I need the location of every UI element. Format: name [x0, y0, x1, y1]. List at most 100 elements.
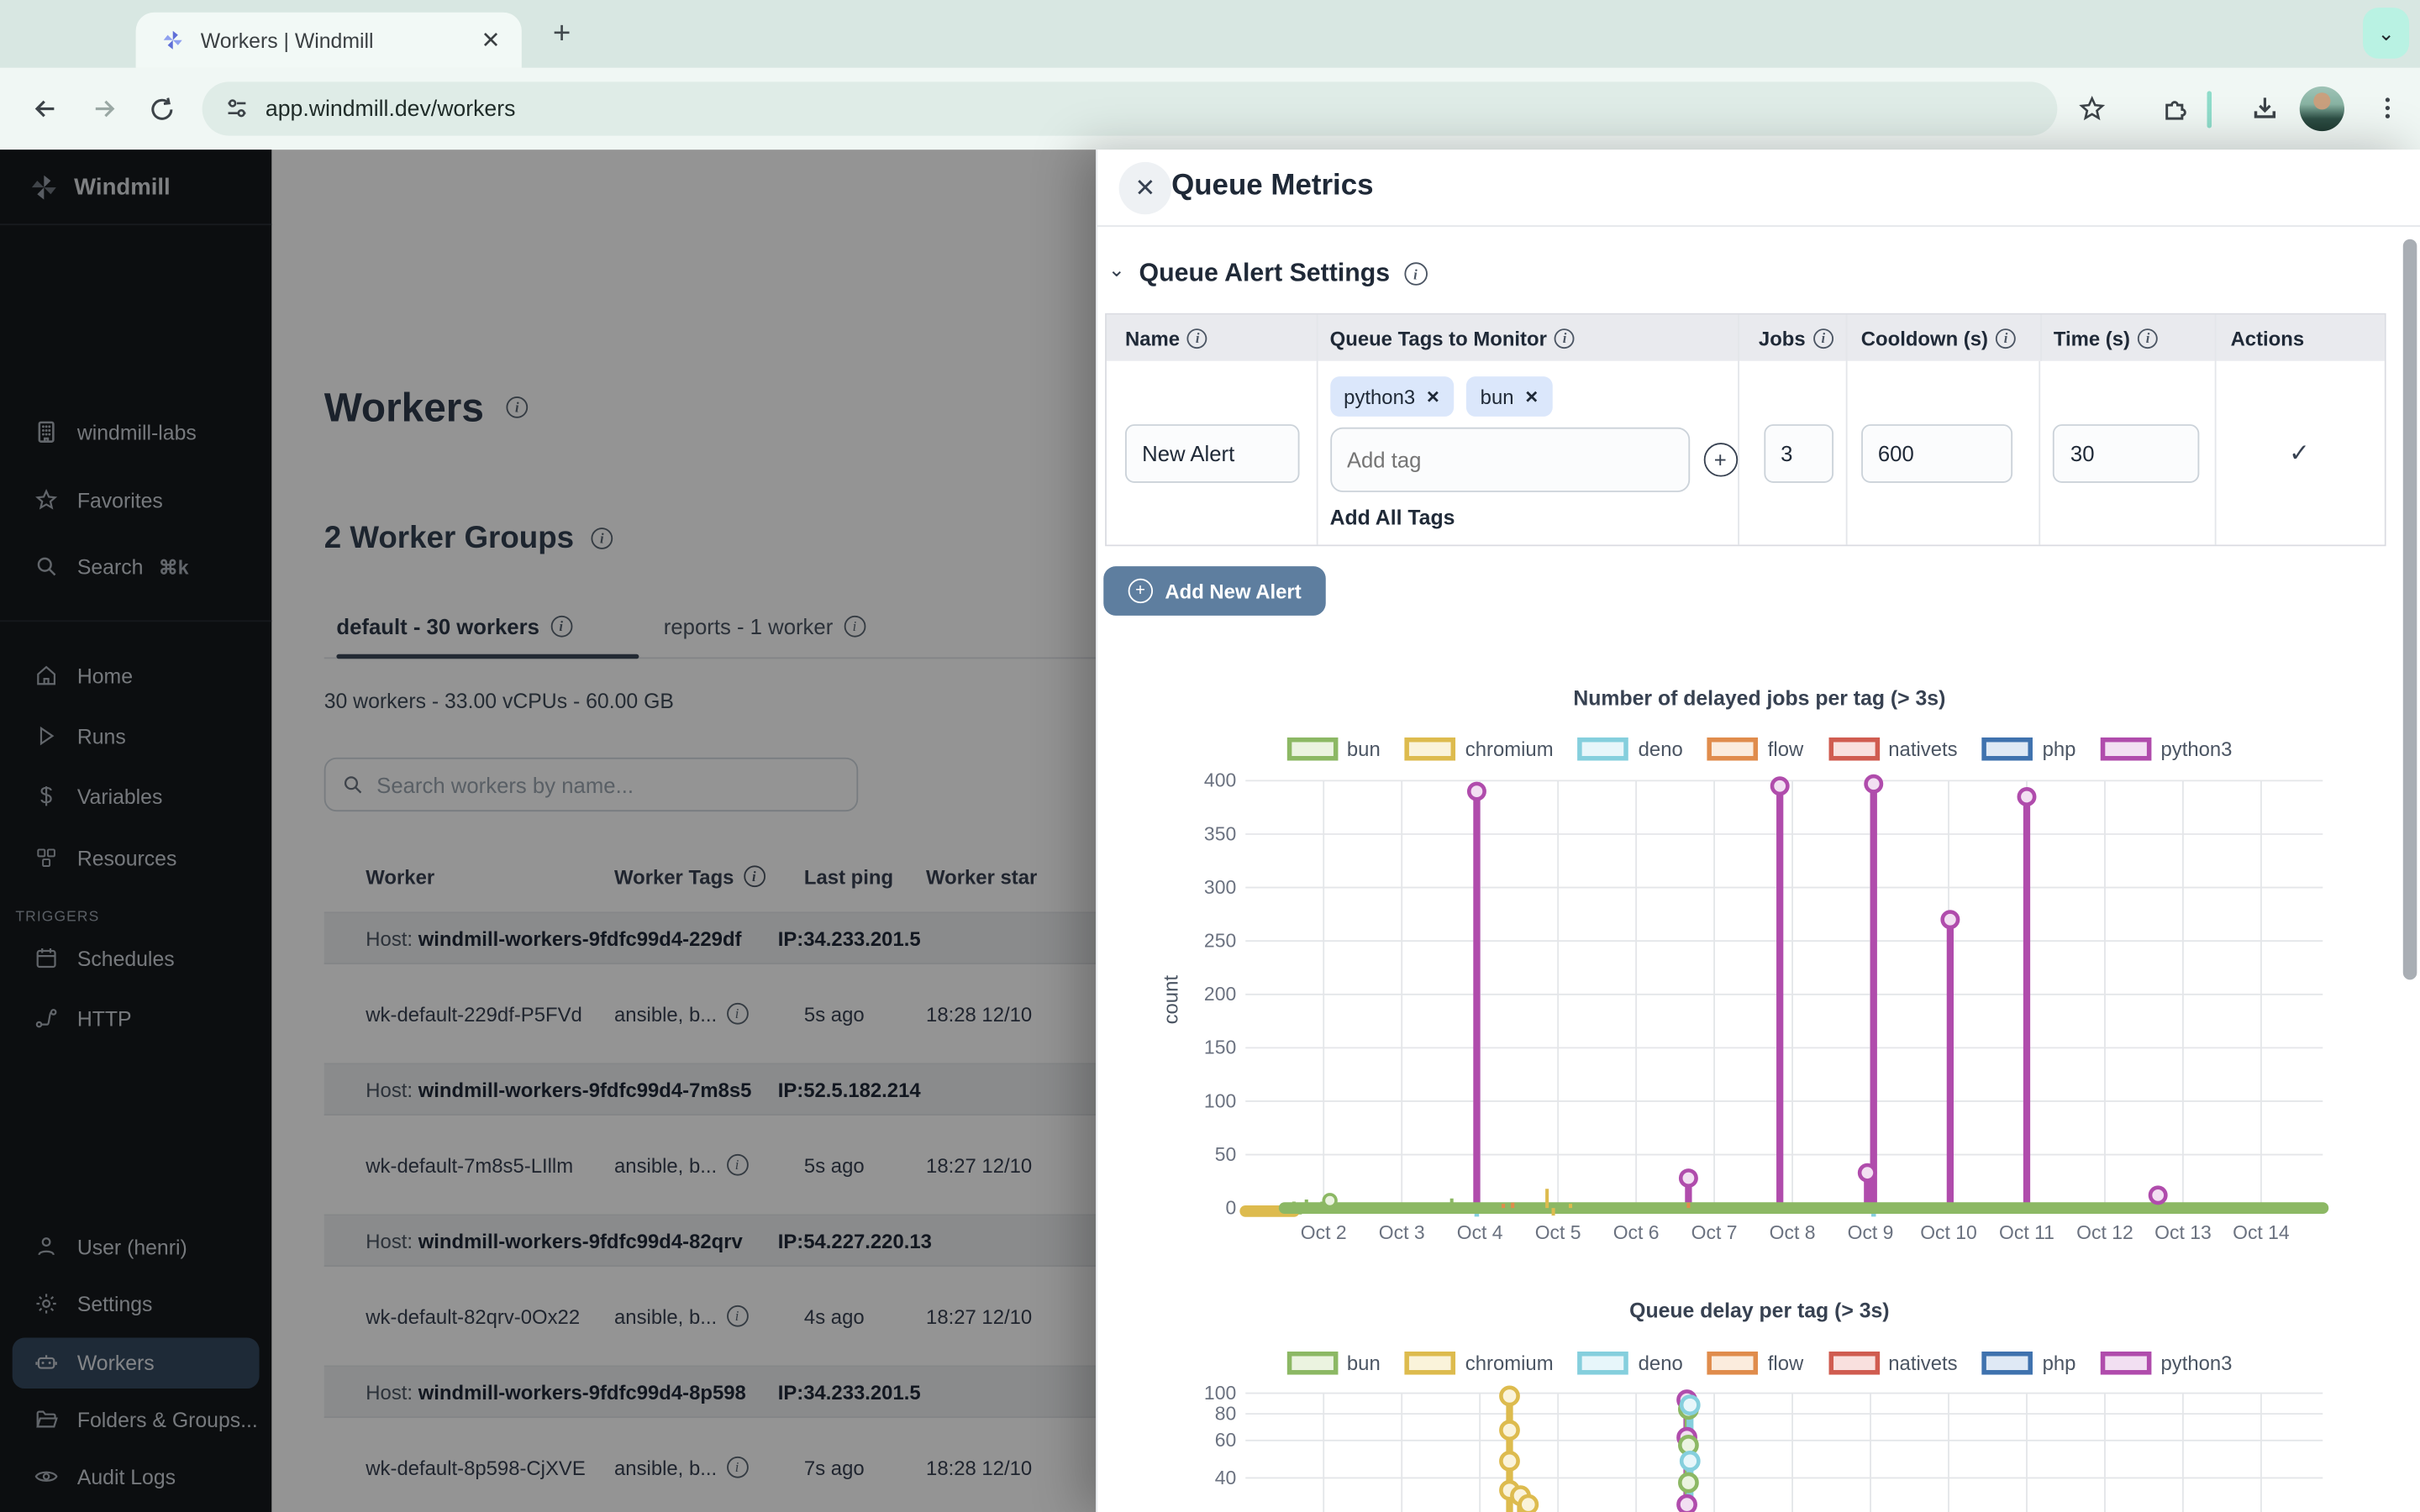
legend-item-php[interactable]: php	[1982, 738, 2075, 761]
browser-menu-icon[interactable]	[2361, 81, 2413, 134]
queue-delay-chart: 100806040	[1151, 1378, 2333, 1512]
site-settings-icon[interactable]	[224, 96, 250, 122]
legend-label: chromium	[1465, 738, 1554, 761]
add-new-alert-button[interactable]: +Add New Alert	[1103, 566, 1325, 616]
bookmark-star-icon[interactable]	[2065, 81, 2118, 134]
svg-text:350: 350	[1204, 822, 1236, 844]
svg-text:Oct 2: Oct 2	[1301, 1221, 1347, 1243]
tab-title: Workers | Windmill	[201, 29, 476, 52]
cooldown-input[interactable]	[1861, 423, 2012, 482]
drawer-backdrop[interactable]	[0, 150, 1096, 1512]
legend-item-nativets[interactable]: nativets	[1828, 738, 1958, 761]
legend-item-bun[interactable]: bun	[1286, 738, 1380, 761]
legend-item-php[interactable]: php	[1982, 1352, 2075, 1375]
legend-item-chromium[interactable]: chromium	[1405, 738, 1553, 761]
legend-label: bun	[1347, 1352, 1381, 1375]
legend-swatch	[1828, 738, 1880, 761]
confirm-check-icon[interactable]: ✓	[2289, 438, 2310, 469]
legend-item-flow[interactable]: flow	[1707, 738, 1803, 761]
drawer-scrollbar[interactable]	[2403, 239, 2417, 980]
legend-item-python3[interactable]: python3	[2101, 738, 2233, 761]
tag-chip-python3: python3✕	[1330, 376, 1455, 417]
legend-swatch	[1405, 738, 1456, 761]
svg-text:400: 400	[1204, 769, 1236, 791]
legend-label: flow	[1768, 738, 1803, 761]
legend-swatch	[1982, 738, 2033, 761]
tab-search-chevron-icon[interactable]: ⌄	[2363, 8, 2409, 59]
svg-text:count: count	[1160, 975, 1182, 1025]
browser-tab[interactable]: Workers | Windmill ✕	[136, 13, 522, 68]
chart1-legend: bun chromium deno flow nativets php python3	[1113, 738, 2406, 761]
url-bar[interactable]: app.windmill.dev/workers	[203, 81, 2058, 135]
svg-text:200: 200	[1204, 983, 1236, 1005]
legend-label: chromium	[1465, 1352, 1554, 1375]
extensions-icon[interactable]	[2149, 81, 2201, 134]
svg-text:Oct 8: Oct 8	[1770, 1221, 1816, 1243]
svg-text:Oct 13: Oct 13	[2154, 1221, 2212, 1243]
legend-swatch	[1405, 1352, 1456, 1375]
svg-text:Oct 10: Oct 10	[1920, 1221, 1977, 1243]
legend-item-nativets[interactable]: nativets	[1828, 1352, 1958, 1375]
alert-settings-title: Queue Alert Settingsi	[1139, 260, 1428, 289]
col-jobs: Jobs	[1759, 326, 1806, 349]
legend-label: flow	[1768, 1352, 1803, 1375]
legend-label: bun	[1347, 738, 1381, 761]
downloads-icon[interactable]	[2238, 81, 2290, 134]
toolbar-separator	[2207, 91, 2212, 128]
new-tab-button[interactable]: +	[544, 15, 581, 52]
tab-close-icon[interactable]: ✕	[476, 24, 507, 55]
svg-text:0: 0	[1225, 1197, 1236, 1219]
legend-item-deno[interactable]: deno	[1578, 738, 1683, 761]
time-input[interactable]	[2054, 423, 2200, 482]
col-queue-tags: Queue Tags to Monitor	[1330, 326, 1547, 349]
plus-icon: +	[1128, 579, 1152, 603]
col-name: Name	[1125, 326, 1180, 349]
url-text: app.windmill.dev/workers	[266, 97, 516, 121]
back-icon[interactable]	[18, 82, 71, 134]
legend-label: deno	[1639, 738, 1683, 761]
browser-tabstrip: Workers | Windmill ✕ + ⌄	[0, 0, 2420, 68]
legend-item-flow[interactable]: flow	[1707, 1352, 1803, 1375]
legend-label: python3	[2160, 738, 2232, 761]
legend-swatch	[1707, 738, 1759, 761]
legend-label: deno	[1639, 1352, 1683, 1375]
add-all-tags-link[interactable]: Add All Tags	[1330, 506, 1738, 529]
chevron-down-icon[interactable]: ⌄	[1108, 258, 1125, 282]
remove-tag-icon[interactable]: ✕	[1524, 386, 1539, 407]
add-tag-input[interactable]	[1330, 428, 1690, 492]
svg-text:250: 250	[1204, 930, 1236, 952]
legend-item-python3[interactable]: python3	[2101, 1352, 2233, 1375]
close-icon[interactable]: ✕	[1119, 162, 1171, 214]
legend-label: python3	[2160, 1352, 2232, 1375]
legend-item-chromium[interactable]: chromium	[1405, 1352, 1553, 1375]
legend-item-bun[interactable]: bun	[1286, 1352, 1380, 1375]
svg-text:60: 60	[1215, 1429, 1237, 1451]
queue-metrics-drawer: ✕ Queue Metrics ⌄ Queue Alert Settingsi …	[1096, 150, 2420, 1512]
legend-label: nativets	[1888, 1352, 1957, 1375]
chart1-title: Number of delayed jobs per tag (> 3s)	[1097, 686, 2420, 710]
svg-text:Oct 4: Oct 4	[1457, 1221, 1503, 1243]
info-icon[interactable]: i	[1404, 262, 1428, 286]
remove-tag-icon[interactable]: ✕	[1426, 386, 1440, 407]
col-time: Time (s)	[2054, 326, 2130, 349]
svg-text:Oct 12: Oct 12	[2076, 1221, 2133, 1243]
svg-text:Oct 9: Oct 9	[1848, 1221, 1894, 1243]
alert-table-header: Namei Queue Tags to Monitori Jobsi Coold…	[1107, 315, 2385, 361]
svg-text:Oct 7: Oct 7	[1691, 1221, 1738, 1243]
legend-swatch	[2101, 1352, 2152, 1375]
forward-icon[interactable]	[77, 82, 129, 134]
tag-chip-bun: bun✕	[1466, 376, 1553, 417]
alert-name-input[interactable]	[1125, 423, 1300, 482]
svg-text:50: 50	[1215, 1143, 1237, 1165]
col-actions: Actions	[2231, 326, 2305, 349]
chart2-legend: bun chromium deno flow nativets php python3	[1113, 1352, 2406, 1375]
legend-item-deno[interactable]: deno	[1578, 1352, 1683, 1375]
legend-swatch	[1286, 1352, 1338, 1375]
jobs-input[interactable]	[1764, 423, 1833, 482]
windmill-favicon	[160, 28, 185, 52]
legend-swatch	[1578, 738, 1629, 761]
reload-icon[interactable]	[136, 82, 188, 134]
legend-swatch	[1707, 1352, 1759, 1375]
add-tag-icon[interactable]: +	[1703, 443, 1737, 476]
profile-avatar[interactable]	[2300, 87, 2344, 131]
